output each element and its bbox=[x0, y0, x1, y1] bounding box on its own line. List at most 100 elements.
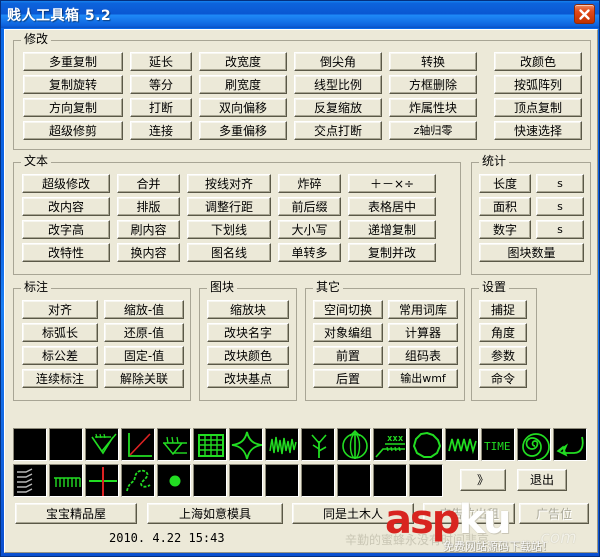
button-dim-fix-value[interactable]: 固定-值 bbox=[104, 346, 184, 365]
button-text-match-content[interactable]: 刷内容 bbox=[117, 220, 180, 239]
icon-tile-time[interactable]: TIME bbox=[481, 428, 515, 461]
button-break[interactable]: 打断 bbox=[130, 98, 192, 117]
button-text-change-height[interactable]: 改字高 bbox=[22, 220, 110, 239]
button-extend[interactable]: 延长 bbox=[130, 52, 192, 71]
icon-tile-angle-axis[interactable] bbox=[121, 428, 155, 461]
icon-tile-scribble[interactable] bbox=[265, 428, 299, 461]
button-angle[interactable]: 角度 bbox=[479, 323, 527, 342]
button-text-single-to-multi[interactable]: 单转多 bbox=[278, 243, 341, 262]
icon-tile-antenna[interactable] bbox=[337, 428, 371, 461]
button-bring-front[interactable]: 前置 bbox=[313, 346, 383, 365]
button-text-prefix-suffix[interactable]: 前后缀 bbox=[278, 197, 341, 216]
button-text-super-edit[interactable]: 超级修改 bbox=[22, 174, 110, 193]
button-change-color[interactable]: 改颜色 bbox=[494, 52, 582, 71]
button-exit[interactable]: 退出 bbox=[517, 469, 567, 491]
button-direction-copy[interactable]: 方向复制 bbox=[23, 98, 123, 117]
button-convert[interactable]: 转换 bbox=[389, 52, 477, 71]
button-text-copy-edit[interactable]: 复制并改 bbox=[348, 243, 436, 262]
button-dim-tolerance[interactable]: 标公差 bbox=[22, 346, 98, 365]
link-button-civil-engineer[interactable]: 同是土木人 bbox=[292, 503, 414, 524]
button-dim-continuous[interactable]: 连续标注 bbox=[22, 369, 98, 388]
button-dim-disassociate[interactable]: 解除关联 bbox=[104, 369, 184, 388]
button-object-group[interactable]: 对象编组 bbox=[313, 323, 383, 342]
icon-tile-blank-7[interactable] bbox=[337, 464, 371, 497]
icon-tile-dot[interactable] bbox=[157, 464, 191, 497]
icon-tile-wave[interactable] bbox=[445, 428, 479, 461]
button-quick-select[interactable]: 快速选择 bbox=[494, 121, 582, 140]
button-super-trim[interactable]: 超级修剪 bbox=[23, 121, 123, 140]
button-join[interactable]: 连接 bbox=[130, 121, 192, 140]
button-ltscale[interactable]: 线型比例 bbox=[294, 75, 382, 94]
button-stat-length-unit[interactable]: s bbox=[536, 174, 584, 193]
icon-tile-four-point-star[interactable] bbox=[229, 428, 263, 461]
title-bar[interactable]: 贱人工具箱 5.2 bbox=[1, 1, 599, 28]
button-export-wmf[interactable]: 输出wmf bbox=[388, 369, 458, 388]
icon-tile-blank-8[interactable] bbox=[373, 464, 407, 497]
button-group-code-table[interactable]: 组码表 bbox=[388, 346, 458, 365]
button-vertex-copy[interactable]: 顶点复制 bbox=[494, 98, 582, 117]
button-word-library[interactable]: 常用词库 bbox=[388, 300, 458, 319]
button-text-underline[interactable]: 下划线 bbox=[187, 220, 271, 239]
button-block-scale[interactable]: 缩放块 bbox=[207, 300, 289, 319]
icon-tile-hatch-arrow[interactable] bbox=[157, 428, 191, 461]
icon-tile-blank-6[interactable] bbox=[301, 464, 335, 497]
button-stat-area-unit[interactable]: s bbox=[536, 197, 584, 216]
icon-tile-blank-1[interactable] bbox=[13, 428, 47, 461]
button-text-align-line[interactable]: 按线对齐 bbox=[187, 174, 271, 193]
icon-tile-table-grid[interactable] bbox=[193, 428, 227, 461]
button-block-basepoint[interactable]: 改块基点 bbox=[207, 369, 289, 388]
button-stat-number[interactable]: 数字 bbox=[479, 220, 531, 239]
button-chamfer-point[interactable]: 倒尖角 bbox=[294, 52, 382, 71]
icon-tile-tree-branch[interactable] bbox=[301, 428, 335, 461]
button-text-change-content[interactable]: 改内容 bbox=[22, 197, 110, 216]
button-text-change-props[interactable]: 改特性 bbox=[22, 243, 110, 262]
button-zaxis-zero[interactable]: z轴归零 bbox=[389, 121, 477, 140]
button-more[interactable]: 》 bbox=[460, 469, 506, 491]
button-text-merge[interactable]: 合并 bbox=[117, 174, 180, 193]
icon-tile-slope-arrow[interactable] bbox=[85, 428, 119, 461]
button-parameters[interactable]: 参数 bbox=[479, 346, 527, 365]
icon-tile-leader-lines[interactable] bbox=[13, 464, 47, 497]
button-stat-number-unit[interactable]: s bbox=[536, 220, 584, 239]
button-dim-restore-value[interactable]: 还原-值 bbox=[104, 323, 184, 342]
button-calculator[interactable]: 计算器 bbox=[388, 323, 458, 342]
button-text-explode[interactable]: 炸碎 bbox=[278, 174, 341, 193]
button-command[interactable]: 命令 bbox=[479, 369, 527, 388]
button-dim-scale-value[interactable]: 缩放-值 bbox=[104, 300, 184, 319]
button-text-increment-copy[interactable]: 递增复制 bbox=[348, 220, 436, 239]
button-text-table-center[interactable]: 表格居中 bbox=[348, 197, 436, 216]
button-change-width[interactable]: 改宽度 bbox=[199, 52, 287, 71]
icon-tile-xxx-line[interactable]: xxx bbox=[373, 428, 407, 461]
icon-tile-crosshair[interactable] bbox=[85, 464, 119, 497]
link-button-ad-slot-rent[interactable]: 广告位出租 bbox=[423, 503, 515, 524]
button-copy-rotate[interactable]: 复制旋转 bbox=[23, 75, 123, 94]
button-text-arithmetic[interactable]: ＋－×÷ bbox=[348, 174, 436, 193]
icon-tile-blank-3[interactable] bbox=[193, 464, 227, 497]
button-explode-attrib[interactable]: 炸属性块 bbox=[389, 98, 477, 117]
button-divide[interactable]: 等分 bbox=[130, 75, 192, 94]
button-arc-array[interactable]: 按弧阵列 bbox=[494, 75, 582, 94]
icon-tile-blank-2[interactable] bbox=[49, 428, 83, 461]
icon-tile-blank-4[interactable] bbox=[229, 464, 263, 497]
button-snap[interactable]: 捕捉 bbox=[479, 300, 527, 319]
button-stat-area[interactable]: 面积 bbox=[479, 197, 531, 216]
button-space-switch[interactable]: 空间切换 bbox=[313, 300, 383, 319]
button-stat-block-count[interactable]: 图块数量 bbox=[479, 243, 584, 262]
button-send-back[interactable]: 后置 bbox=[313, 369, 383, 388]
icon-tile-polygon-cloud[interactable] bbox=[409, 428, 443, 461]
button-dim-arc-length[interactable]: 标弧长 bbox=[22, 323, 98, 342]
button-text-layout[interactable]: 排版 bbox=[117, 197, 180, 216]
button-bidir-offset[interactable]: 双向偏移 bbox=[199, 98, 287, 117]
link-button-ruyi-mold[interactable]: 上海如意模具 bbox=[147, 503, 283, 524]
button-stat-length[interactable]: 长度 bbox=[479, 174, 531, 193]
icon-tile-blank-9[interactable] bbox=[409, 464, 443, 497]
button-block-color[interactable]: 改块颜色 bbox=[207, 346, 289, 365]
button-match-width[interactable]: 刷宽度 bbox=[199, 75, 287, 94]
button-box-delete[interactable]: 方框删除 bbox=[389, 75, 477, 94]
button-text-swap-content[interactable]: 换内容 bbox=[117, 243, 180, 262]
icon-tile-blank-5[interactable] bbox=[265, 464, 299, 497]
button-text-name-line[interactable]: 图名线 bbox=[187, 243, 271, 262]
button-intersect-break[interactable]: 交点打断 bbox=[294, 121, 382, 140]
icon-tile-squiggle-path[interactable] bbox=[121, 464, 155, 497]
icon-tile-swoosh-arrow[interactable] bbox=[553, 428, 587, 461]
